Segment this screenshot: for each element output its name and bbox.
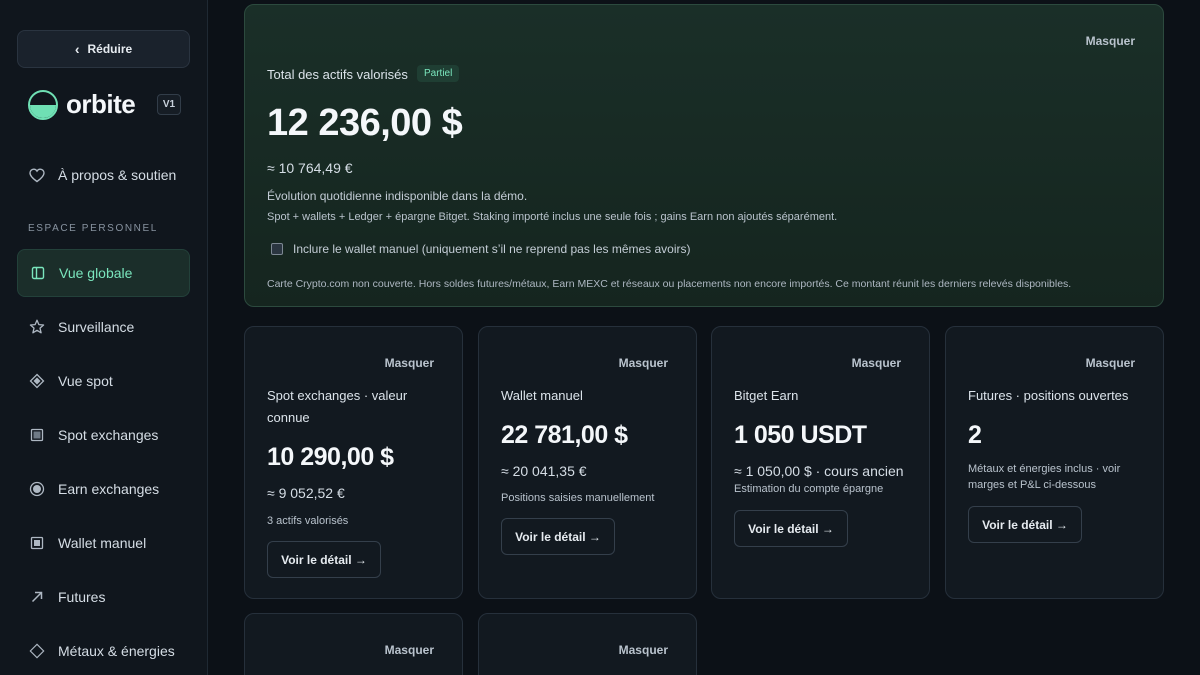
card-amount: 22 781,00 $: [501, 421, 628, 449]
hide-button[interactable]: Masquer: [619, 643, 668, 657]
hide-button[interactable]: Masquer: [385, 356, 434, 370]
card-title: Bitget Earn: [734, 388, 799, 403]
sidebar-item-label: Spot exchanges: [58, 427, 159, 443]
star-icon: [29, 319, 45, 335]
card-amount-eur: ≈ 9 052,52 €: [267, 485, 345, 501]
manual-wallet-card: Masquer Wallet manuel 22 781,00 $ ≈ 20 0…: [478, 326, 697, 599]
card-amount-eur: ≈ 20 041,35 €: [501, 463, 587, 479]
sidebar-item-label: Wallet manuel: [58, 535, 147, 551]
diamond-icon: [29, 373, 45, 389]
spot-exchanges-card: Masquer Spot exchanges · valeur connue 1…: [244, 326, 463, 599]
sidebar-item-about[interactable]: À propos & soutien: [17, 151, 190, 199]
total-assets-card: Masquer Total des actifs valorisés Parti…: [244, 4, 1164, 307]
card-amount-usd: ≈ 1 050,00 $ · cours ancien: [734, 463, 904, 479]
bitget-earn-card: Masquer Bitget Earn 1 050 USDT ≈ 1 050,0…: [711, 326, 930, 599]
sidebar-item-vue-spot[interactable]: Vue spot: [17, 357, 190, 405]
evolution-text: Évolution quotidienne indisponible dans …: [267, 189, 528, 203]
hide-button[interactable]: Masquer: [619, 356, 668, 370]
card-amount: 1 050 USDT: [734, 421, 867, 449]
coverage-note: Carte Crypto.com non couverte. Hors sold…: [267, 278, 1072, 290]
heart-icon: [29, 167, 45, 183]
sidebar-item-metaux-energies[interactable]: Métaux & énergies: [17, 627, 190, 675]
card-title: Wallet manuel: [501, 388, 583, 403]
wallet-icon: [29, 535, 45, 551]
include-manual-wallet-checkbox[interactable]: Inclure le wallet manuel (uniquement s’i…: [271, 242, 691, 256]
sidebar-item-surveillance[interactable]: Surveillance: [17, 303, 190, 351]
sidebar-item-earn-exchanges[interactable]: Earn exchanges: [17, 465, 190, 513]
sidebar-item-futures[interactable]: Futures: [17, 573, 190, 621]
chevron-left-icon: ‹: [74, 41, 80, 57]
brand-logo[interactable]: orbite: [28, 89, 136, 120]
hide-button[interactable]: Masquer: [1086, 356, 1135, 370]
hide-button[interactable]: Masquer: [852, 356, 901, 370]
sources-text: Spot + wallets + Ledger + épargne Bitget…: [267, 211, 838, 223]
total-amount: 12 236,00 $: [267, 102, 463, 144]
sidebar-item-label: Métaux & énergies: [58, 643, 175, 659]
checkbox-box[interactable]: [271, 243, 283, 255]
collapse-sidebar-button[interactable]: ‹ Réduire: [17, 30, 190, 68]
card-note: Estimation du compte épargne: [734, 483, 884, 495]
section-label: ESPACE PERSONNEL: [28, 223, 158, 234]
summary-card: Masquer: [478, 613, 697, 675]
card-note: Positions saisies manuellement: [501, 492, 655, 504]
sidebar-item-label: Vue globale: [59, 265, 133, 281]
sidebar-item-label: À propos & soutien: [58, 167, 177, 183]
sidebar-item-vue-globale[interactable]: Vue globale: [17, 249, 190, 297]
layout-icon: [30, 265, 46, 281]
arrow-up-right-icon: [29, 589, 45, 605]
card-title: Spot exchanges · valeur connue: [267, 388, 408, 425]
card-note: Métaux et énergies inclus · voir marges …: [968, 463, 1121, 491]
sidebar: ‹ Réduire orbite V1 À propos & soutien E…: [0, 0, 208, 675]
total-amount-eur: ≈ 10 764,49 €: [267, 160, 353, 176]
collapse-label: Réduire: [87, 42, 133, 56]
card-amount: 2: [968, 421, 982, 449]
hide-button[interactable]: Masquer: [385, 643, 434, 657]
circle-icon: [29, 481, 45, 497]
diamond-outline-icon: [29, 643, 45, 659]
square-grid-icon: [29, 427, 45, 443]
hide-button[interactable]: Masquer: [1086, 34, 1135, 48]
futures-card: Masquer Futures · positions ouvertes 2 M…: [945, 326, 1164, 599]
sidebar-item-label: Futures: [58, 589, 106, 605]
card-title: Futures · positions ouvertes: [968, 388, 1129, 403]
sidebar-item-wallet-manuel[interactable]: Wallet manuel: [17, 519, 190, 567]
orbit-logo-icon: [28, 89, 58, 120]
view-detail-button[interactable]: Voir le détail →: [267, 541, 381, 578]
summary-card: Masquer: [244, 613, 463, 675]
sidebar-item-spot-exchanges[interactable]: Spot exchanges: [17, 411, 190, 459]
view-detail-button[interactable]: Voir le détail →: [968, 506, 1082, 543]
version-badge: V1: [157, 94, 181, 115]
view-detail-button[interactable]: Voir le détail →: [734, 510, 848, 547]
brand-name: orbite: [66, 89, 136, 119]
checkbox-label: Inclure le wallet manuel (uniquement s’i…: [293, 242, 691, 256]
sidebar-item-label: Vue spot: [58, 373, 113, 389]
card-title: Total des actifs valorisés: [267, 67, 408, 82]
sidebar-item-label: Earn exchanges: [58, 481, 160, 497]
sidebar-item-label: Surveillance: [58, 319, 135, 335]
view-detail-button[interactable]: Voir le détail →: [501, 518, 615, 555]
status-badge: Partiel: [417, 65, 460, 82]
card-note: 3 actifs valorisés: [267, 515, 349, 527]
card-amount: 10 290,00 $: [267, 443, 394, 471]
